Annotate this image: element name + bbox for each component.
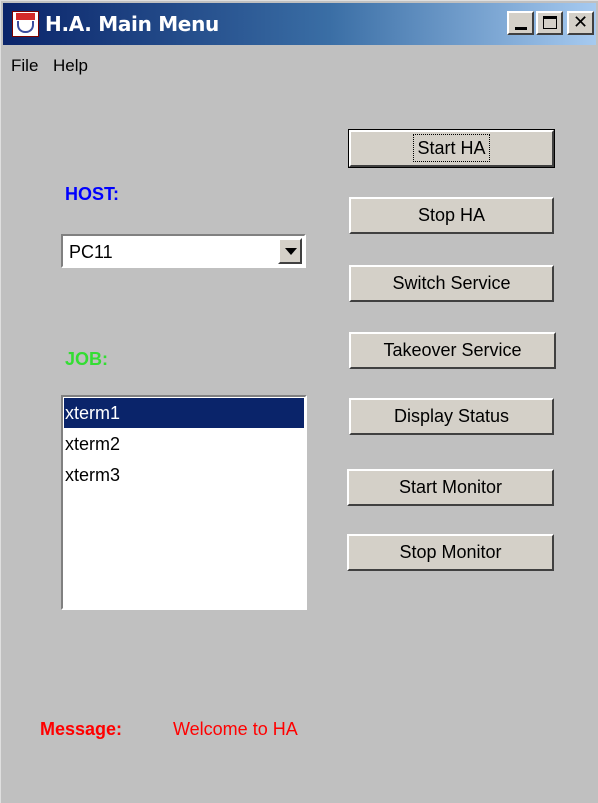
window-title: H.A. Main Menu: [45, 12, 219, 36]
start-monitor-button[interactable]: Start Monitor: [347, 469, 554, 506]
minimize-button[interactable]: [507, 11, 534, 35]
job-list-item-xterm2[interactable]: xterm2: [64, 429, 304, 459]
job-label: JOB:: [65, 349, 109, 369]
stop-ha-button[interactable]: Stop HA: [349, 197, 554, 234]
minimize-icon: [515, 27, 527, 30]
java-coffee-cup-icon[interactable]: [12, 11, 39, 37]
cup-steam-shape: [16, 13, 35, 20]
title-bar[interactable]: H.A. Main Menu ✕: [3, 3, 596, 45]
display-status-button-label: Display Status: [393, 406, 510, 426]
stop-monitor-button[interactable]: Stop Monitor: [347, 534, 554, 571]
main-window: H.A. Main Menu ✕ File Help HOST: PC11 JO…: [0, 0, 598, 803]
message-text: Welcome to HA: [173, 719, 298, 739]
message-label: Message:: [40, 719, 123, 739]
chevron-down-icon: [285, 248, 297, 255]
display-status-button[interactable]: Display Status: [349, 398, 554, 435]
job-list-item-xterm3[interactable]: xterm3: [64, 460, 304, 490]
host-select[interactable]: PC11: [61, 234, 306, 268]
switch-service-button-label: Switch Service: [392, 273, 511, 293]
takeover-service-button[interactable]: Takeover Service: [349, 332, 556, 369]
maximize-button[interactable]: [536, 11, 563, 35]
dropdown-button[interactable]: [278, 238, 302, 264]
start-ha-button[interactable]: Start HA: [349, 130, 554, 167]
menu-file[interactable]: File: [11, 55, 38, 77]
start-monitor-button-label: Start Monitor: [398, 477, 503, 497]
close-icon: ✕: [572, 12, 589, 33]
stop-ha-button-label: Stop HA: [417, 205, 486, 225]
maximize-icon: [543, 16, 557, 29]
takeover-service-button-label: Takeover Service: [383, 340, 522, 360]
stop-monitor-button-label: Stop Monitor: [399, 542, 502, 562]
switch-service-button[interactable]: Switch Service: [349, 265, 554, 302]
job-list-item-xterm1[interactable]: xterm1: [64, 398, 304, 428]
close-button[interactable]: ✕: [567, 11, 594, 35]
host-select-value: PC11: [69, 242, 113, 262]
host-label: HOST:: [65, 184, 119, 204]
start-ha-button-label: Start HA: [413, 134, 490, 162]
menu-bar: File Help: [3, 53, 596, 81]
menu-help[interactable]: Help: [53, 55, 88, 77]
cup-shape: [17, 21, 34, 33]
job-list[interactable]: xterm1 xterm2 xterm3: [61, 395, 307, 610]
